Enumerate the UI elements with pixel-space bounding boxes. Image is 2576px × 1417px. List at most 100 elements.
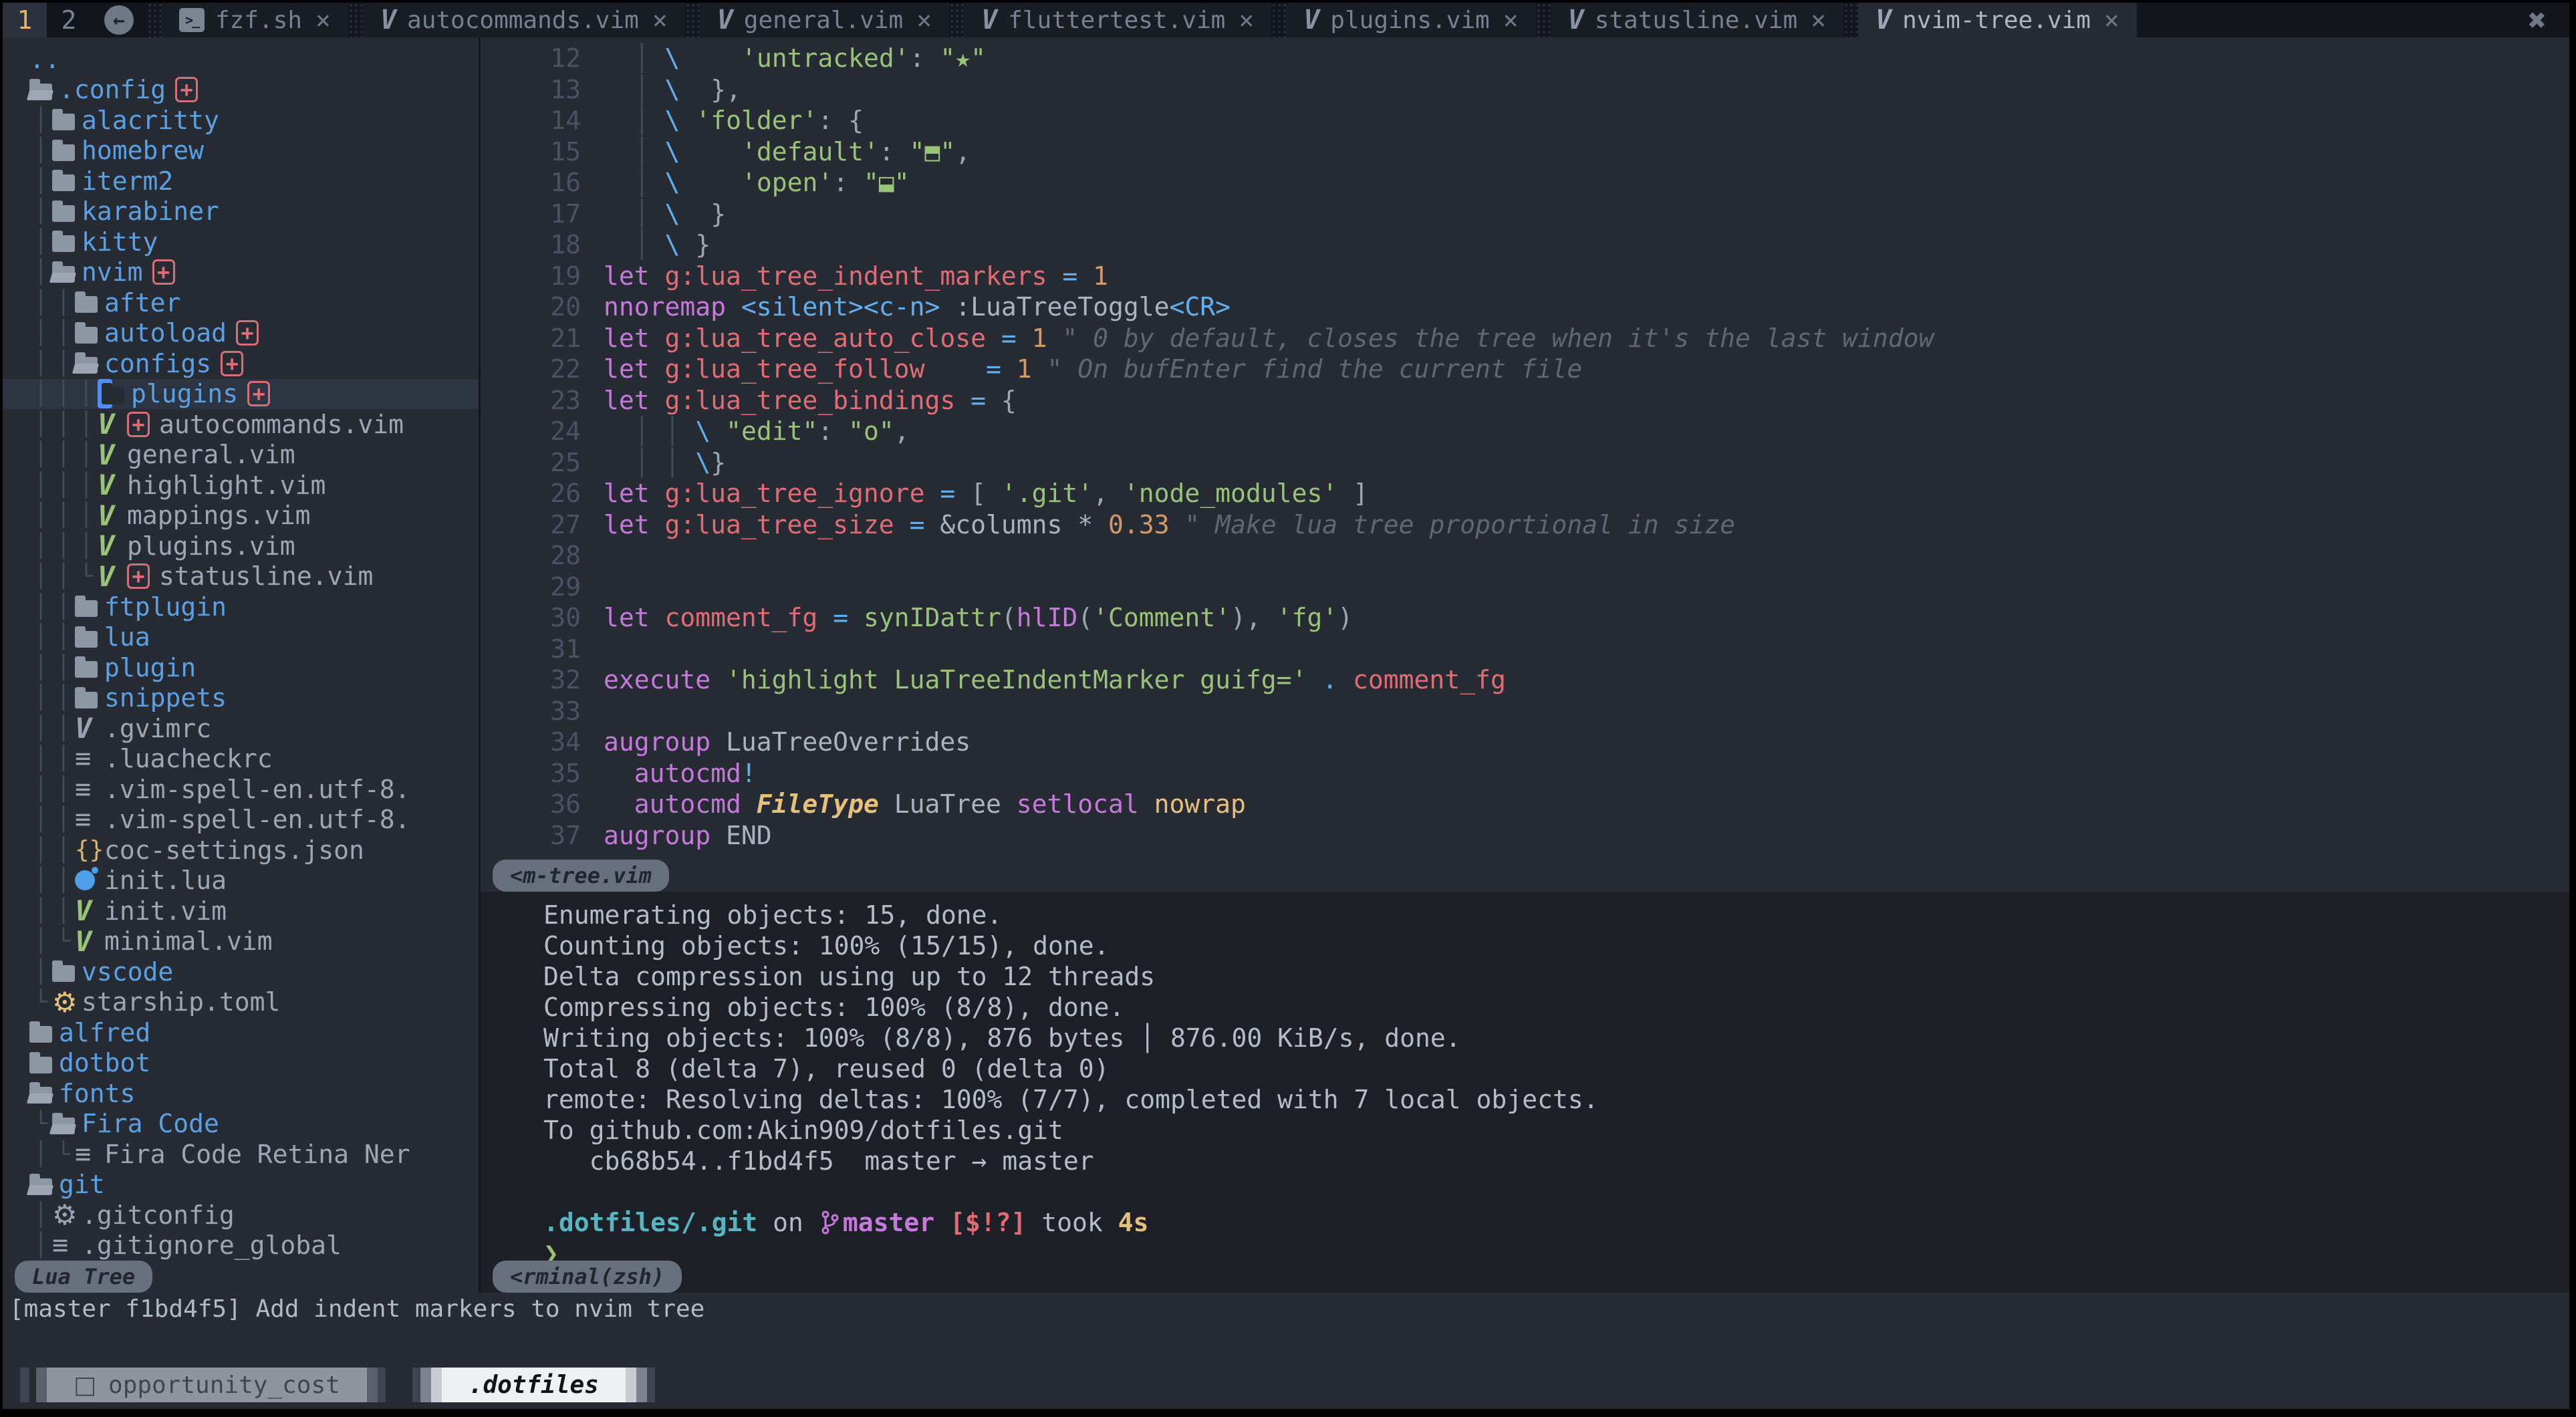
tab-statusline.vim[interactable]: Vstatusline.vim× [1551, 3, 1843, 37]
tree-guide: │ [52, 319, 75, 346]
tree-item-init.lua[interactable]: ││init.lua [29, 866, 479, 896]
tree-item-Fira-Code[interactable]: └Fira Code [29, 1109, 479, 1140]
tree-guide: │ [29, 806, 52, 833]
tree-item-..[interactable]: .. [29, 44, 479, 75]
tree-item-plugin[interactable]: ││plugin [29, 652, 479, 683]
code-text: let g:lua_tree_follow = 1 " On bufEnter … [604, 354, 1582, 385]
tree-item-Fira-Code-Retina-Ner[interactable]: │└≡Fira Code Retina Ner [29, 1139, 479, 1170]
tree-item-minimal.vim[interactable]: │└Vminimal.vim [29, 926, 479, 957]
tab-fzf.sh[interactable]: >_fzf.sh× [162, 3, 348, 37]
tree-item-plugins.vim[interactable]: │││Vplugins.vim [29, 531, 479, 561]
tree-item-starship.toml[interactable]: └⚙starship.toml [29, 987, 479, 1018]
tree-item-karabiner[interactable]: │karabiner [29, 197, 479, 227]
code-line: 27let g:lua_tree_size = &columns * 0.33 … [481, 509, 2569, 541]
tree-item-mappings.vim[interactable]: │││Vmappings.vim [29, 501, 479, 531]
code-text: │ \ 'folder': { [604, 105, 864, 136]
tree-item-nvim[interactable]: │nvim+ [29, 257, 479, 288]
code-line: 30let comment_fg = synIDattr(hlID('Comme… [481, 602, 2569, 634]
tree-item-dotbot[interactable]: dotbot [29, 1048, 479, 1079]
tree-item-coc-settings.json[interactable]: ││{}coc-settings.json [29, 835, 479, 866]
tree-item-lua[interactable]: ││lua [29, 622, 479, 653]
code-line: 23let g:lua_tree_bindings = { [481, 385, 2569, 416]
tree-item-general.vim[interactable]: │││Vgeneral.vim [29, 440, 479, 471]
tmux-window-opportunity_cost[interactable]: □opportunity_cost [20, 1368, 386, 1402]
tab-close-icon[interactable]: × [1811, 5, 1826, 35]
tab-number-1[interactable]: 1 [3, 3, 47, 37]
tree-item-homebrew[interactable]: │homebrew [29, 136, 479, 166]
file-tree-pane[interactable]: ...config+│alacritty│homebrew│iterm2│kar… [3, 37, 479, 1293]
tree-item-ftplugin[interactable]: ││ftplugin [29, 592, 479, 622]
tab-fluttertest.vim[interactable]: Vfluttertest.vim× [964, 3, 1271, 37]
tree-item-configs[interactable]: ││configs+ [29, 348, 479, 379]
tab-close-icon[interactable]: × [652, 5, 668, 35]
git-modified-badge: + [175, 77, 198, 102]
terminal-line: cb68b54..f1bd4f5 master → master [543, 1146, 2569, 1176]
tab-autocommands.vim[interactable]: Vautocommands.vim× [363, 3, 685, 37]
tree-item-.gvimrc[interactable]: ││V.gvimrc [29, 713, 479, 744]
tree-guide: │ [29, 715, 52, 742]
tab-close-icon[interactable]: × [2104, 5, 2119, 35]
tmux-window-dotfiles[interactable]: .dotfiles [412, 1368, 655, 1402]
tree-item-autoload[interactable]: ││autoload+ [29, 318, 479, 349]
folder-open-icon [52, 266, 75, 283]
tree-item-alfred[interactable]: alfred [29, 1017, 479, 1048]
code-buffer[interactable]: 12 │ \ 'untracked': "★"13 │ \ },14 │ \ '… [481, 37, 2569, 860]
shell-prompt-symbol[interactable]: ❯ [543, 1238, 2569, 1261]
code-line: 21let g:lua_tree_auto_close = 1 " 0 by d… [481, 323, 2569, 354]
terminal-line: Enumerating objects: 15, done. [543, 900, 2569, 930]
tab-plugins.vim[interactable]: Vplugins.vim× [1286, 3, 1535, 37]
tree-item-iterm2[interactable]: │iterm2 [29, 166, 479, 197]
tab-close-icon[interactable]: × [916, 5, 932, 35]
tab-number-2[interactable]: 2 [47, 3, 91, 37]
tree-icon-wrap: V [98, 560, 127, 593]
tree-icon-wrap [52, 961, 82, 982]
tree-item-fonts[interactable]: fonts [29, 1078, 479, 1109]
tree-item-highlight.vim[interactable]: │││Vhighlight.vim [29, 470, 479, 501]
tree-item-statusline.vim[interactable]: ││└V+statusline.vim [29, 561, 479, 592]
tree-item-.gitignore_global[interactable]: │≡.gitignore_global [29, 1231, 479, 1261]
tree-item-after[interactable]: ││after [29, 287, 479, 318]
tree-label: .gitconfig [82, 1200, 235, 1230]
tree-item-.config[interactable]: .config+ [29, 75, 479, 106]
tab-label: statusline.vim [1595, 7, 1797, 34]
tree-item-snippets[interactable]: ││snippets [29, 683, 479, 714]
tree-item-git[interactable]: git [29, 1170, 479, 1200]
tree-guide: │ [29, 137, 52, 164]
code-line: 20nnoremap <silent><c-n> :LuaTreeToggle<… [481, 291, 2569, 323]
tree-item-autocommands.vim[interactable]: │││V+autocommands.vim [29, 409, 479, 440]
folder-icon [75, 631, 98, 648]
tree-item-plugins[interactable]: │││plugins+ [3, 379, 479, 410]
tree-item-alacritty[interactable]: │alacritty [29, 105, 479, 136]
tab-general.vim[interactable]: Vgeneral.vim× [700, 3, 949, 37]
tab-close-icon[interactable]: × [1239, 5, 1254, 35]
tree-guide: │ [29, 107, 52, 134]
tab-separator [949, 3, 964, 37]
tree-item-vscode[interactable]: │vscode [29, 956, 479, 987]
tab-separator [685, 3, 700, 37]
tree-guide: │ [29, 654, 52, 681]
tree-item-.gitconfig[interactable]: │⚙.gitconfig [29, 1200, 479, 1231]
tree-item-.vim-spell-en.utf-8.[interactable]: ││≡.vim-spell-en.utf-8. [29, 774, 479, 805]
tree-item-init.vim[interactable]: ││Vinit.vim [29, 896, 479, 926]
tree-item-.luacheckrc[interactable]: ││≡.luacheckrc [29, 744, 479, 775]
tree-icon-wrap: ≡ [75, 774, 104, 805]
folder-cursor-icon [102, 388, 124, 404]
tree-guide: │ [29, 350, 52, 377]
code-line: 34augroup LuaTreeOverrides [481, 727, 2569, 758]
last-tab-icon[interactable]: ← [104, 5, 134, 35]
tab-nvim-tree.vim[interactable]: Vnvim-tree.vim× [1858, 3, 2137, 37]
tree-icon-wrap [75, 657, 104, 678]
vim-icon: V [380, 5, 396, 35]
tab-close-icon[interactable]: × [315, 5, 331, 35]
tab-close-icon[interactable]: × [1503, 5, 1519, 35]
line-number: 16 [481, 167, 581, 199]
editor-pane[interactable]: 12 │ \ 'untracked': "★"13 │ \ },14 │ \ '… [481, 37, 2569, 1293]
tree-item-kitty[interactable]: │kitty [29, 227, 479, 257]
terminal-split[interactable]: Enumerating objects: 15, done.Counting o… [481, 892, 2569, 1293]
tab-separator [348, 3, 363, 37]
close-icon[interactable]: ✖ [2528, 2, 2547, 38]
tree-icon-wrap: V [75, 712, 104, 745]
tree-item-.vim-spell-en.utf-8.[interactable]: ││≡.vim-spell-en.utf-8. [29, 805, 479, 835]
tree-label: ftplugin [104, 592, 227, 622]
tree-guide: │ [52, 715, 75, 742]
